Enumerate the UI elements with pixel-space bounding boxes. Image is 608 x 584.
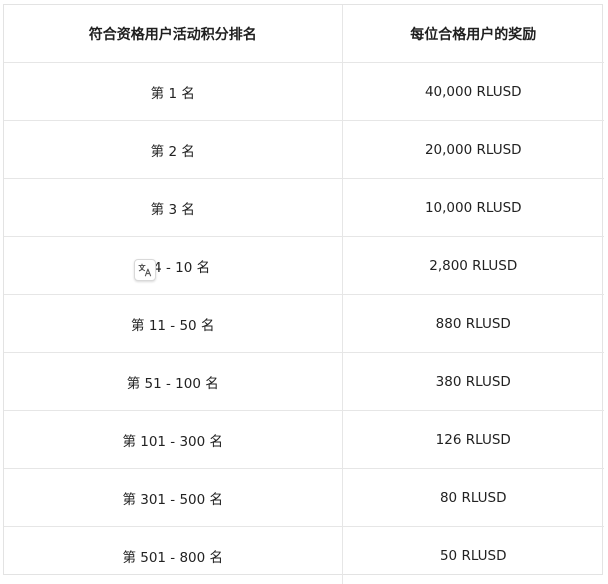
reward-cell: 50 RLUSD [342,527,604,584]
reward-cell: 20,000 RLUSD [342,121,604,179]
table-row: 第 2 名 20,000 RLUSD [4,121,604,179]
rewards-table-container: 符合资格用户活动积分排名 每位合格用户的奖励 第 1 名 40,000 RLUS… [3,4,603,575]
rank-cell: 第 4 - 10 名 [4,237,342,295]
rank-cell: 第 2 名 [4,121,342,179]
table-row: 第 301 - 500 名 80 RLUSD [4,469,604,527]
translate-button[interactable] [134,259,156,281]
rank-cell: 第 3 名 [4,179,342,237]
rank-cell: 第 51 - 100 名 [4,353,342,411]
table-row: 第 3 名 10,000 RLUSD [4,179,604,237]
table-row: 第 4 - 10 名 2,800 RLUSD [4,237,604,295]
table-row: 第 1 名 40,000 RLUSD [4,63,604,121]
reward-cell: 40,000 RLUSD [342,63,604,121]
rank-cell: 第 11 - 50 名 [4,295,342,353]
rank-cell: 第 501 - 800 名 [4,527,342,584]
table-row: 第 501 - 800 名 50 RLUSD [4,527,604,584]
header-rank: 符合资格用户活动积分排名 [4,5,342,63]
header-reward: 每位合格用户的奖励 [342,5,604,63]
reward-cell: 380 RLUSD [342,353,604,411]
table-header-row: 符合资格用户活动积分排名 每位合格用户的奖励 [4,5,604,63]
rank-cell: 第 101 - 300 名 [4,411,342,469]
table-row: 第 101 - 300 名 126 RLUSD [4,411,604,469]
translate-icon [138,263,152,277]
rank-cell: 第 301 - 500 名 [4,469,342,527]
rewards-table: 符合资格用户活动积分排名 每位合格用户的奖励 第 1 名 40,000 RLUS… [4,5,604,584]
reward-cell: 80 RLUSD [342,469,604,527]
table-row: 第 11 - 50 名 880 RLUSD [4,295,604,353]
rank-cell: 第 1 名 [4,63,342,121]
reward-cell: 2,800 RLUSD [342,237,604,295]
reward-cell: 10,000 RLUSD [342,179,604,237]
table-row: 第 51 - 100 名 380 RLUSD [4,353,604,411]
reward-cell: 126 RLUSD [342,411,604,469]
reward-cell: 880 RLUSD [342,295,604,353]
